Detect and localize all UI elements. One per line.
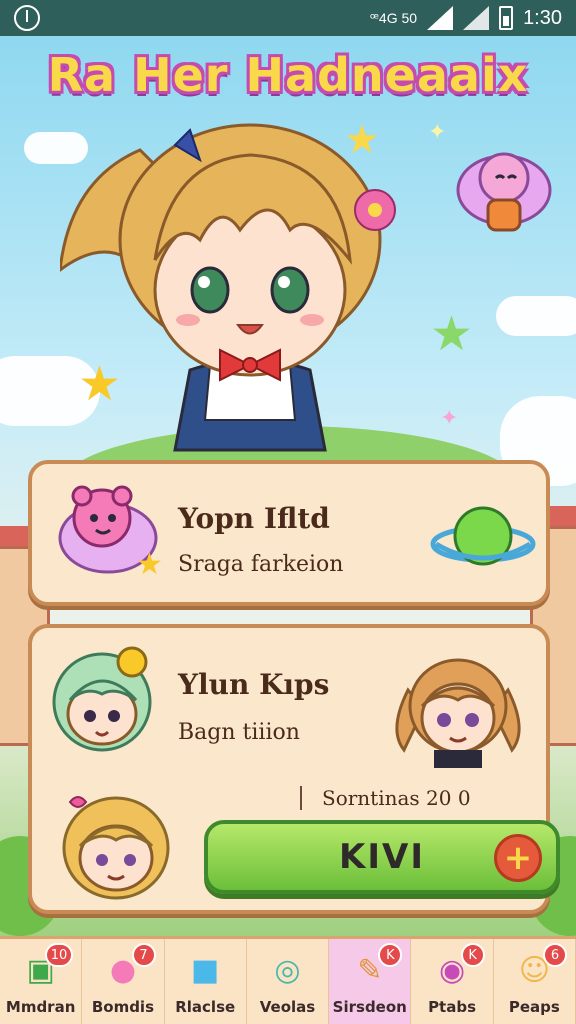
planet-icon bbox=[430, 506, 536, 566]
tab-ptabs[interactable]: K ◉ Ptabs bbox=[411, 939, 494, 1024]
orange-hair-girl-avatar bbox=[395, 658, 521, 768]
play-button-label: KIVI bbox=[339, 837, 425, 877]
clock: 1:30 bbox=[523, 6, 562, 29]
tab-label: Mmdran bbox=[5, 998, 76, 1016]
tab-badge: K bbox=[460, 943, 485, 967]
tab-peaps[interactable]: 6 ☺ Peaps bbox=[494, 939, 576, 1024]
tab-label: Peaps bbox=[508, 998, 560, 1016]
tab-label: Ptabs bbox=[428, 998, 477, 1016]
tab-bomdis[interactable]: 7 ● Bomdis bbox=[82, 939, 165, 1024]
status-bar: ꟹ4G 50 1:30 bbox=[0, 0, 576, 36]
tab-badge: 6 bbox=[542, 943, 567, 967]
notification-icon bbox=[14, 5, 40, 31]
character-card-subtitle: Bagn tiiion bbox=[178, 720, 300, 745]
tab-badge: 7 bbox=[131, 943, 156, 967]
tab-mmdran[interactable]: 10 ▣ Mmdran bbox=[0, 939, 83, 1024]
star-icon: ★ bbox=[430, 306, 474, 362]
signal-icon bbox=[427, 6, 454, 30]
status-right: ꟹ4G 50 1:30 bbox=[370, 6, 562, 30]
star-icon: ★ bbox=[136, 547, 163, 582]
cloud bbox=[496, 296, 576, 336]
game-title: Ra Her Hadneaaix bbox=[47, 48, 529, 102]
robot-cup-icon: ■ bbox=[191, 953, 220, 988]
play-button[interactable]: KIVI + bbox=[204, 820, 560, 894]
sparkle-icon: ✦ bbox=[440, 406, 459, 431]
tab-label: Sirsdeon bbox=[332, 998, 407, 1016]
tab-rlaclse[interactable]: ■ Rlaclse bbox=[165, 939, 247, 1024]
network-indicator: ꟹ4G 50 bbox=[369, 9, 418, 26]
signal-icon-2 bbox=[463, 6, 490, 30]
character-card[interactable]: Ylun Kıps Bagn tiiion Sorntinas 20 0 KIV… bbox=[28, 624, 560, 914]
tab-badge: 10 bbox=[44, 943, 74, 967]
meta-divider bbox=[300, 786, 302, 810]
green-hair-girl-avatar bbox=[52, 646, 152, 752]
character-card-title: Ylun Kıps bbox=[178, 668, 330, 701]
tab-label: Bomdis bbox=[91, 998, 155, 1016]
sparkle-icon: ✦ bbox=[428, 120, 447, 145]
tab-label: Veolas bbox=[259, 998, 316, 1016]
event-card-title: Yopn Ifltd bbox=[178, 502, 330, 535]
add-button[interactable]: + bbox=[494, 834, 542, 882]
bottom-tab-bar: 10 ▣ Mmdran 7 ● Bomdis ■ Rlaclse ◎ Veola… bbox=[0, 936, 576, 1024]
magnifier-icon: ◎ bbox=[274, 953, 301, 988]
battery-icon bbox=[499, 6, 514, 30]
blonde-girl-avatar bbox=[62, 796, 170, 900]
event-card[interactable]: ★ Yopn Ifltd Sraga farkeion bbox=[28, 460, 550, 606]
pink-mascot-icon bbox=[456, 152, 552, 232]
tab-sirsdeon[interactable]: K ✎ Sirsdeon bbox=[329, 939, 412, 1024]
star-icon: ★ bbox=[78, 356, 122, 412]
event-card-subtitle: Sraga farkeion bbox=[178, 552, 344, 577]
tab-veolas[interactable]: ◎ Veolas bbox=[247, 939, 330, 1024]
character-card-meta: Sorntinas 20 0 bbox=[322, 786, 471, 810]
tab-label: Rlaclse bbox=[175, 998, 236, 1016]
star-icon: ★ bbox=[344, 117, 380, 163]
tab-badge: K bbox=[378, 943, 403, 967]
